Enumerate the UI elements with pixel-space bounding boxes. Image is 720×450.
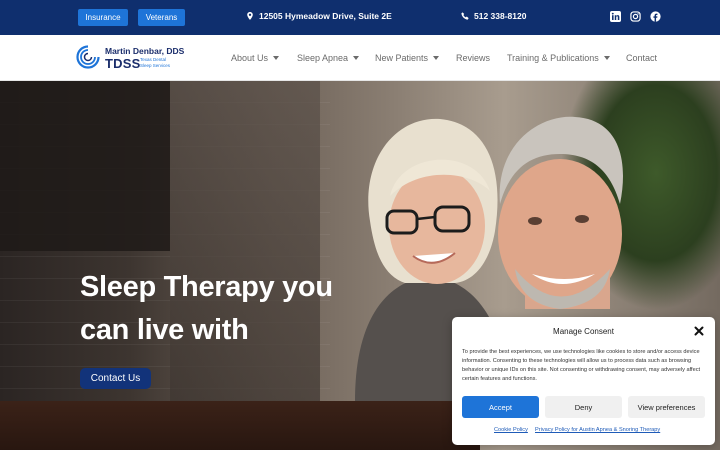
caret-down-icon — [433, 56, 440, 60]
close-icon[interactable] — [694, 326, 704, 336]
logo-mark-icon — [76, 45, 100, 69]
logo-subtitle-line2: Sleep Services — [140, 62, 171, 68]
nav-item-sleep-apnea[interactable]: Sleep Apnea — [297, 53, 360, 63]
site-logo[interactable]: Martin Denbar, DDS TDSS Texas Dental Sle… — [76, 43, 196, 75]
nav-item-label: Reviews — [456, 53, 491, 63]
hero-title-line1: Sleep Therapy you — [80, 271, 333, 303]
logo-name: Martin Denbar, DDS — [105, 46, 185, 56]
privacy-policy-link[interactable]: Privacy Policy for Austin Apnea & Snorin… — [535, 427, 660, 433]
cookie-consent-dialog: Manage Consent To provide the best exper… — [452, 317, 715, 445]
accept-button[interactable]: Accept — [462, 396, 539, 418]
hero-background-sofa — [0, 401, 480, 450]
nav-item-label: Contact — [626, 53, 658, 63]
nav-item-contact[interactable]: Contact — [626, 53, 657, 63]
caret-down-icon — [273, 56, 280, 60]
consent-title: Manage Consent — [553, 327, 614, 336]
phone-link[interactable]: 512 338-8120 — [461, 11, 526, 21]
map-pin-icon — [247, 12, 253, 20]
instagram-icon[interactable] — [630, 11, 641, 22]
top-bar: Insurance Veterans 12505 Hymeadow Drive,… — [0, 0, 720, 35]
nav-item-new-patients[interactable]: New Patients — [375, 53, 440, 63]
nav-item-label: Training & Publications — [507, 53, 599, 63]
caret-down-icon — [603, 56, 610, 60]
hero-background-door — [170, 81, 320, 411]
deny-button[interactable]: Deny — [545, 396, 622, 418]
logo-abbreviation: TDSS — [105, 56, 141, 71]
insurance-button[interactable]: Insurance — [78, 9, 128, 26]
hero-background-shelf — [0, 81, 170, 251]
main-navbar: Martin Denbar, DDS TDSS Texas Dental Sle… — [0, 35, 720, 81]
hero-title-line2: can live with — [80, 314, 249, 346]
address-text: 12505 Hymeadow Drive, Suite 2E — [259, 11, 392, 21]
nav-item-reviews[interactable]: Reviews — [456, 53, 490, 63]
phone-text: 512 338-8120 — [474, 11, 527, 21]
nav-item-label: Sleep Apnea — [297, 53, 349, 63]
cookie-policy-link[interactable]: Cookie Policy — [494, 427, 528, 433]
logo-subtitle: Texas Dental Sleep Services — [140, 57, 190, 68]
nav-item-training-publications[interactable]: Training & Publications — [507, 53, 610, 63]
veterans-button[interactable]: Veterans — [138, 9, 185, 26]
consent-description: To provide the best experiences, we use … — [462, 349, 701, 382]
nav-item-label: New Patients — [375, 53, 429, 63]
phone-icon — [461, 12, 469, 20]
contact-us-button[interactable]: Contact Us — [80, 368, 151, 389]
view-preferences-button[interactable]: View preferences — [628, 396, 705, 418]
nav-item-about-us[interactable]: About Us — [231, 53, 280, 63]
linkedin-icon[interactable] — [610, 11, 621, 22]
facebook-icon[interactable] — [650, 11, 661, 22]
caret-down-icon — [353, 56, 360, 60]
address-link[interactable]: 12505 Hymeadow Drive, Suite 2E — [246, 11, 392, 21]
hero-title: Sleep Therapy you can live with — [80, 266, 360, 352]
nav-item-label: About Us — [231, 53, 269, 63]
